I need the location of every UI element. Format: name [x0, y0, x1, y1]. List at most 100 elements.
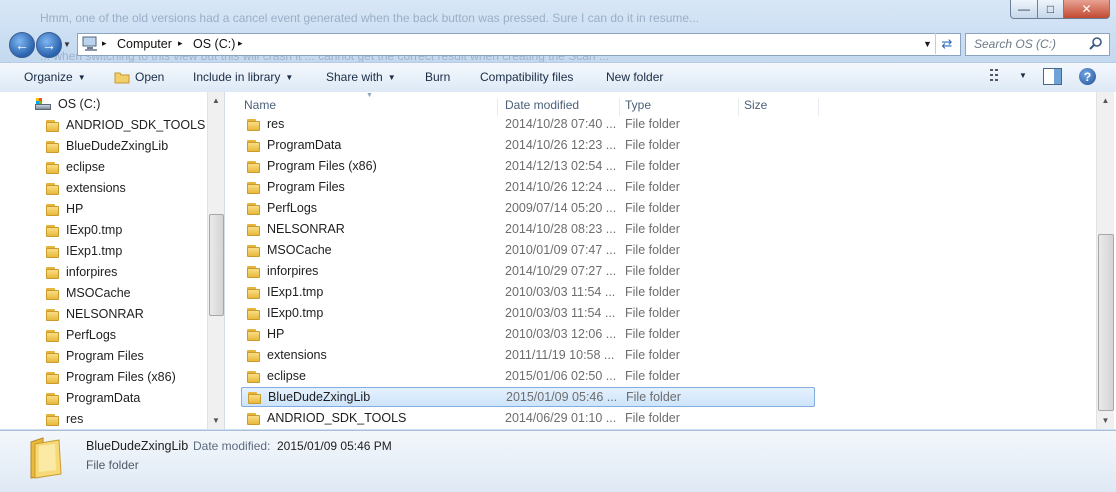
file-name-cell: IExp1.tmp [241, 285, 499, 299]
search-icon[interactable] [1089, 36, 1103, 50]
file-date-modified: 2010/03/03 11:54 ... [505, 306, 616, 320]
folder-icon [247, 181, 260, 194]
background-window-text: Hmm, one of the old versions had a cance… [40, 11, 700, 25]
file-row[interactable]: inforpires 2014/10/29 07:27 ... File folde… [241, 261, 815, 281]
file-row[interactable]: IExp0.tmp 2010/03/03 11:54 ... File folder [241, 303, 815, 323]
chevron-down-icon: ▼ [387, 72, 396, 82]
scroll-up-arrow-icon[interactable]: ▲ [1097, 92, 1114, 108]
file-type: File folder [625, 222, 680, 236]
nav-folder-item[interactable]: eclipse [46, 157, 105, 177]
include-label: Include in library [193, 70, 281, 84]
nav-folder-item[interactable]: ANDRIOD_SDK_TOOLS [46, 115, 205, 135]
folder-large-icon [30, 437, 62, 479]
file-row[interactable]: NELSONRAR 2014/10/28 08:23 ... File folder [241, 219, 815, 239]
nav-folder-item[interactable]: IExp1.tmp [46, 241, 122, 261]
folder-icon [247, 412, 260, 425]
organize-menu[interactable]: Organize ▼ [24, 70, 86, 84]
nav-folder-item[interactable]: Program Files (x86) [46, 367, 176, 387]
scrollbar-thumb[interactable] [1098, 234, 1114, 411]
file-name: NELSONRAR [267, 222, 345, 236]
file-row-selected[interactable]: BlueDudeZxingLib 2015/01/09 05:46 ... File… [241, 387, 815, 407]
file-name: BlueDudeZxingLib [268, 390, 371, 404]
file-row[interactable]: PerfLogs 2009/07/14 05:20 ... File folder [241, 198, 815, 218]
nav-folder-item[interactable]: PerfLogs [46, 325, 116, 345]
organize-label: Organize [24, 70, 73, 84]
file-name-cell: NELSONRAR [241, 222, 499, 236]
folder-icon [46, 308, 59, 321]
file-row[interactable]: ANDRIOD_SDK_TOOLS 2014/06/29 01:10 ... Fil… [241, 408, 815, 428]
forward-button[interactable]: → [36, 32, 62, 58]
breadcrumb-computer[interactable]: Computer [117, 37, 172, 51]
search-input[interactable]: Search OS (C:) [965, 33, 1110, 56]
recent-pages-dropdown[interactable]: ▼ [63, 40, 71, 49]
nav-folder-item[interactable]: HP [46, 199, 83, 219]
nav-folder-label: eclipse [66, 160, 105, 174]
breadcrumb-separator[interactable]: ▸ [102, 38, 107, 49]
nav-folder-item[interactable]: extensions [46, 178, 126, 198]
file-row[interactable]: extensions 2011/11/19 10:58 ... File folde… [241, 345, 815, 365]
nav-folder-item[interactable]: inforpires [46, 262, 117, 282]
file-row[interactable]: IExp1.tmp 2010/03/03 11:54 ... File folder [241, 282, 815, 302]
nav-folder-item[interactable]: res [46, 409, 83, 429]
file-type: File folder [625, 348, 680, 362]
file-row[interactable]: eclipse 2015/01/06 02:50 ... File folder [241, 366, 815, 386]
file-date-modified: 2014/10/29 07:27 ... [505, 264, 617, 278]
help-icon[interactable]: ? [1079, 68, 1096, 85]
share-with-menu[interactable]: Share with ▼ [326, 70, 396, 84]
preview-pane-icon[interactable] [1043, 68, 1062, 85]
open-label: Open [135, 70, 165, 84]
nav-folder-item[interactable]: BlueDudeZxingLib [46, 136, 168, 156]
nav-folder-item[interactable]: NELSONRAR [46, 304, 144, 324]
file-row[interactable]: Program Files (x86) 2014/12/13 02:54 ... F… [241, 156, 815, 176]
nav-folder-item[interactable]: MSOCache [46, 283, 131, 303]
address-bar[interactable]: ▸ Computer ▸ OS (C:) ▸ ▼ [77, 33, 961, 56]
file-date-modified: 2011/11/19 10:58 ... [505, 348, 615, 362]
file-name-cell: IExp0.tmp [241, 306, 499, 320]
scrollbar-thumb[interactable] [209, 214, 224, 316]
details-file-type: File folder [86, 458, 139, 472]
file-date-modified: 2015/01/09 05:46 ... [506, 390, 618, 404]
nav-folder-item[interactable]: Program Files [46, 346, 144, 366]
open-button[interactable]: Open [114, 70, 164, 84]
computer-icon [82, 36, 97, 51]
maximize-button[interactable]: □ [1037, 0, 1064, 19]
breadcrumb-separator[interactable]: ▸ [178, 38, 183, 49]
nav-scrollbar[interactable]: ▲ ▼ [207, 92, 224, 429]
change-view-button[interactable]: ▼ [990, 69, 1027, 81]
minimize-button[interactable]: — [1010, 0, 1038, 19]
file-row[interactable]: ProgramData 2014/10/26 12:23 ... File fold… [241, 135, 815, 155]
nav-item-os-drive[interactable]: OS (C:) [35, 94, 100, 114]
include-in-library-menu[interactable]: Include in library ▼ [193, 70, 293, 84]
folder-icon [46, 182, 59, 195]
file-row[interactable]: HP 2010/03/03 12:06 ... File folder [241, 324, 815, 344]
file-type: File folder [625, 306, 680, 320]
new-folder-button[interactable]: New folder [606, 70, 663, 84]
folder-icon [46, 392, 59, 405]
scroll-down-arrow-icon[interactable]: ▼ [208, 412, 224, 428]
file-row[interactable]: Program Files 2014/10/26 12:24 ... File fo… [241, 177, 815, 197]
close-button[interactable]: ✕ [1063, 0, 1110, 19]
folder-icon [247, 328, 260, 341]
scroll-down-arrow-icon[interactable]: ▼ [1097, 412, 1114, 428]
nav-folder-item[interactable]: IExp0.tmp [46, 220, 122, 240]
file-list-scrollbar[interactable]: ▲ ▼ [1096, 92, 1114, 429]
folder-icon [46, 119, 59, 132]
nav-folder-label: Program Files [66, 349, 144, 363]
file-row[interactable]: MSOCache 2010/01/09 07:47 ... File folder [241, 240, 815, 260]
breadcrumb-separator[interactable]: ▸ [238, 38, 243, 49]
nav-folder-label: IExp1.tmp [66, 244, 123, 258]
burn-button[interactable]: Burn [425, 70, 450, 84]
compatibility-files-button[interactable]: Compatibility files [480, 70, 573, 84]
file-date-modified: 2010/01/09 07:47 ... [505, 243, 617, 257]
nav-folder-item[interactable]: ProgramData [46, 388, 140, 408]
file-date-modified: 2015/01/06 02:50 ... [505, 369, 617, 383]
file-list-pane: ▼ Name Date modified Type Size res 2014/1… [225, 92, 1116, 429]
title-bar: Hmm, one of the old versions had a cance… [0, 0, 1116, 63]
breadcrumb-os-drive[interactable]: OS (C:) [193, 37, 235, 51]
back-button[interactable]: ← [9, 32, 35, 58]
file-name-cell: inforpires [241, 264, 499, 278]
file-row[interactable]: res 2014/10/28 07:40 ... File folder [241, 114, 815, 134]
refresh-icon[interactable]: ⇄ [935, 33, 958, 54]
file-name: res [267, 117, 285, 131]
scroll-up-arrow-icon[interactable]: ▲ [208, 92, 224, 108]
